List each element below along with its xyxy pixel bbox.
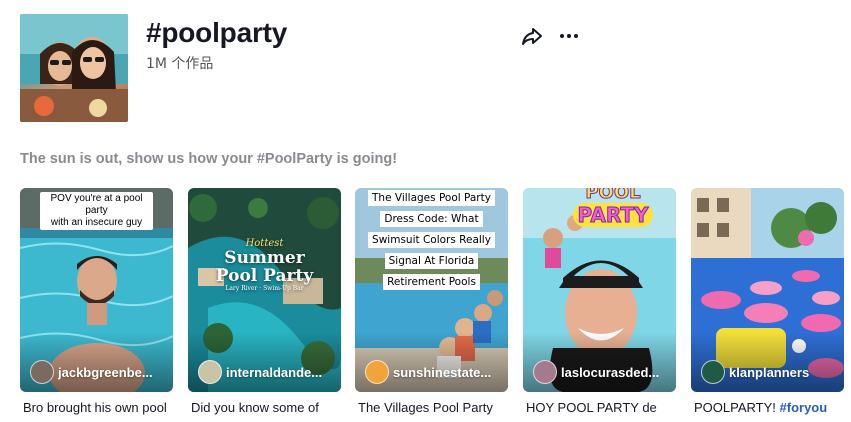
video-author[interactable]: sunshinestate...	[365, 360, 505, 384]
video-card[interactable]: POV you're at a pool party with an insec…	[20, 188, 173, 422]
video-caption[interactable]: HOY POOL PARTY de	[526, 400, 676, 415]
hashtag-page: #poolparty 1M 个作品 The sun is out, show u…	[0, 0, 851, 422]
avatar	[365, 360, 389, 384]
video-author[interactable]: klanplanners	[701, 360, 841, 384]
author-name: laslocurasded...	[561, 364, 660, 380]
video-thumbnail[interactable]: POOL PARTY laslocurasded...	[523, 188, 676, 392]
avatar	[701, 360, 725, 384]
video-caption[interactable]: The Villages Pool Party	[358, 400, 508, 415]
video-author[interactable]: internaldande...	[198, 360, 338, 384]
share-icon	[522, 28, 542, 45]
video-thumbnail[interactable]: The Villages Pool Party Dress Code: What…	[355, 188, 508, 392]
video-overlay-text: The Villages Pool Party Dress Code: What…	[365, 188, 498, 291]
avatar	[533, 360, 557, 384]
video-card[interactable]: Hottest Summer Pool Party Lary River · S…	[188, 188, 341, 422]
video-card[interactable]: POOL PARTY laslocurasded... HOY POOL PAR…	[523, 188, 676, 422]
author-name: jackbgreenbe...	[58, 364, 153, 380]
video-overlay-text: POV you're at a pool party with an insec…	[40, 192, 153, 230]
hashtag-title: #poolparty	[146, 17, 288, 48]
video-caption[interactable]: POOLPARTY! #foryou	[694, 400, 844, 415]
video-overlay-text: POOL PARTY	[573, 188, 653, 228]
video-grid: POV you're at a pool party with an insec…	[20, 188, 844, 422]
video-thumbnail[interactable]: klanplanners	[691, 188, 844, 392]
avatar	[198, 360, 222, 384]
hashtag-description: The sun is out, show us how your #PoolPa…	[20, 151, 398, 167]
video-overlay-text: Hottest Summer Pool Party Lary River · S…	[215, 238, 314, 292]
video-author[interactable]: jackbgreenbe...	[30, 360, 170, 384]
video-thumbnail[interactable]: POV you're at a pool party with an insec…	[20, 188, 173, 392]
video-author[interactable]: laslocurasded...	[533, 360, 673, 384]
author-name: klanplanners	[729, 364, 810, 380]
avatar	[30, 360, 54, 384]
video-caption[interactable]: Did you know some of	[191, 400, 341, 415]
video-caption[interactable]: Bro brought his own pool	[23, 400, 173, 415]
video-thumbnail[interactable]: Hottest Summer Pool Party Lary River · S…	[188, 188, 341, 392]
video-card[interactable]: klanplanners POOLPARTY! #foryou	[691, 188, 844, 422]
author-name: internaldande...	[226, 364, 323, 380]
more-options-button[interactable]	[557, 24, 581, 48]
hashtag-header: #poolparty 1M 个作品	[20, 14, 831, 122]
more-icon	[560, 34, 578, 38]
hashtag-cover-image	[20, 14, 128, 122]
author-name: sunshinestate...	[393, 364, 492, 380]
hashtag-link[interactable]: #foryou	[780, 400, 828, 415]
video-card[interactable]: The Villages Pool Party Dress Code: What…	[355, 188, 508, 422]
share-button[interactable]	[520, 24, 544, 48]
video-count: 1M 个作品	[146, 56, 214, 72]
